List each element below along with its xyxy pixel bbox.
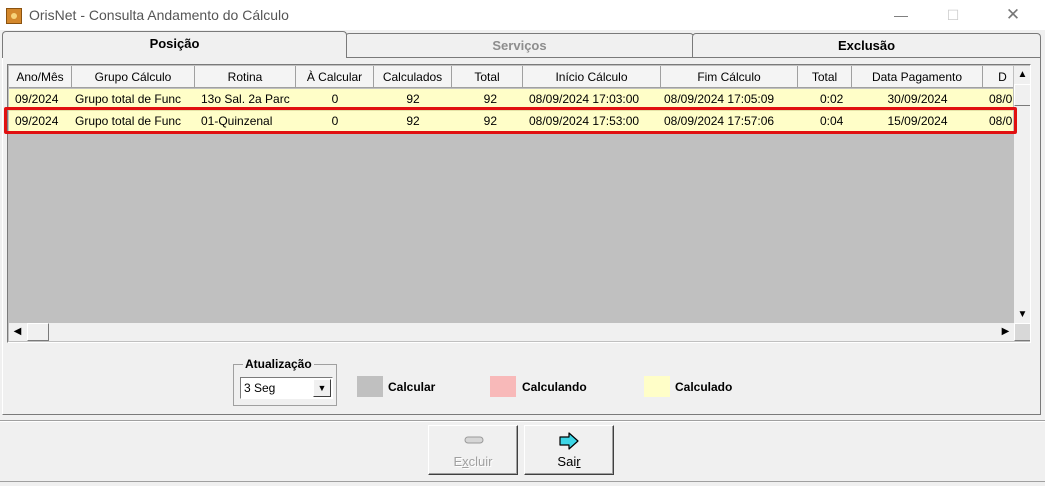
column-header-calculados[interactable]: Calculados — [374, 66, 452, 88]
maximize-button[interactable]: ☐ — [930, 0, 976, 30]
cell-total-tempo: 0:04 — [820, 114, 844, 128]
sair-label: Sair — [557, 454, 581, 469]
legend-label-calcular: Calcular — [388, 380, 436, 394]
column-header-total[interactable]: Total — [452, 66, 523, 88]
excluir-label: Excluir — [453, 454, 493, 469]
calculation-grid[interactable]: Ano/Mês Grupo Cálculo Rotina À Calcular Calc… — [7, 64, 1031, 343]
scroll-corner — [1014, 323, 1030, 341]
column-header-total-tempo[interactable]: Total — [798, 66, 852, 88]
column-header-grupo-calculo[interactable]: Grupo Cálculo — [72, 66, 195, 88]
atualizacao-label: Atualização — [243, 357, 314, 371]
cell-a-calcular: 0 — [331, 92, 339, 106]
scroll-up-icon[interactable]: ▲ — [1014, 66, 1030, 83]
column-header-d[interactable]: D — [983, 66, 1013, 88]
tab-strip: Serviços Exclusão Posição — [0, 31, 1045, 58]
legend-label-calculado: Calculado — [675, 380, 733, 394]
bottom-strip — [0, 481, 1045, 486]
tab-exclusao[interactable]: Exclusão — [692, 33, 1041, 58]
window-title: OrisNet - Consulta Andamento do Cálculo — [29, 7, 289, 23]
right-arrow-icon — [525, 432, 613, 450]
cell-fim-calculo: 08/09/2024 17:05:09 — [664, 92, 775, 106]
cell-total: 92 — [483, 92, 497, 106]
vertical-scrollbar[interactable]: ▲ ▼ — [1014, 66, 1030, 323]
scroll-right-icon[interactable]: ▶ — [997, 323, 1014, 340]
minus-bar-icon — [429, 432, 517, 448]
horizontal-scrollbar[interactable]: ◀ ▶ — [9, 323, 1014, 341]
cell-inicio-calculo: 08/09/2024 17:53:00 — [529, 114, 640, 128]
vertical-scroll-thumb[interactable] — [1014, 84, 1030, 106]
cell-total: 92 — [483, 114, 497, 128]
cell-grupo-calculo: Grupo total de Func — [75, 92, 182, 106]
cell-data-pagamento: 30/09/2024 — [887, 92, 948, 106]
separator-highlight — [0, 421, 1045, 422]
grid-viewport: Ano/Mês Grupo Cálculo Rotina À Calcular Calc… — [9, 66, 1013, 323]
refresh-interval-value: 3 Seg — [244, 381, 276, 395]
column-header-inicio-calculo[interactable]: Início Cálculo — [523, 66, 661, 88]
cell-ano-mes: 09/2024 — [15, 114, 59, 128]
column-header-a-calcular[interactable]: À Calcular — [296, 66, 374, 88]
app-icon — [6, 8, 22, 24]
scroll-left-icon[interactable]: ◀ — [9, 323, 26, 340]
cell-fim-calculo: 08/09/2024 17:57:06 — [664, 114, 775, 128]
excluir-button[interactable]: Excluir — [428, 425, 518, 475]
cell-calculados: 92 — [406, 114, 420, 128]
column-header-rotina[interactable]: Rotina — [195, 66, 296, 88]
cell-calculados: 92 — [406, 92, 420, 106]
cell-rotina: 01-Quinzenal — [201, 114, 273, 128]
close-button[interactable]: ✕ — [990, 0, 1036, 30]
horizontal-scroll-thumb[interactable] — [27, 323, 49, 341]
chevron-down-icon[interactable]: ▼ — [313, 379, 331, 397]
cell-d: 08/0 — [989, 114, 1013, 128]
column-header-ano-mes[interactable]: Ano/Mês — [9, 66, 72, 88]
grid-header: Ano/Mês Grupo Cálculo Rotina À Calcular Calc… — [9, 66, 1013, 88]
cell-grupo-calculo: Grupo total de Func — [75, 114, 182, 128]
cell-rotina: 13o Sal. 2a Parc — [201, 92, 290, 106]
title-bar: OrisNet - Consulta Andamento do Cálculo … — [0, 0, 1045, 30]
legend-swatch-calculando — [490, 376, 516, 397]
table-row[interactable]: 09/2024 Grupo total de Func 01-Quinzenal 0 9… — [9, 111, 1013, 133]
minimize-button[interactable]: — — [878, 0, 924, 30]
legend-swatch-calculado — [644, 376, 670, 397]
legend-label-calculando: Calculando — [522, 380, 587, 394]
legend-swatch-calcular — [357, 376, 383, 397]
cell-data-pagamento: 15/09/2024 — [887, 114, 948, 128]
cell-total-tempo: 0:02 — [820, 92, 844, 106]
column-header-fim-calculo[interactable]: Fim Cálculo — [661, 66, 798, 88]
tab-servicos[interactable]: Serviços — [345, 33, 694, 58]
tab-posicao[interactable]: Posição — [2, 31, 347, 58]
scroll-down-icon[interactable]: ▼ — [1014, 306, 1030, 323]
cell-inicio-calculo: 08/09/2024 17:03:00 — [529, 92, 640, 106]
refresh-interval-select[interactable]: 3 Seg ▼ — [240, 377, 333, 399]
cell-ano-mes: 09/2024 — [15, 92, 59, 106]
table-row[interactable]: 09/2024 Grupo total de Func 13o Sal. 2a Pa… — [9, 89, 1013, 111]
cell-d: 08/0 — [989, 92, 1013, 106]
sair-button[interactable]: Sair — [524, 425, 614, 475]
column-header-data-pagamento[interactable]: Data Pagamento — [852, 66, 983, 88]
cell-a-calcular: 0 — [331, 114, 339, 128]
